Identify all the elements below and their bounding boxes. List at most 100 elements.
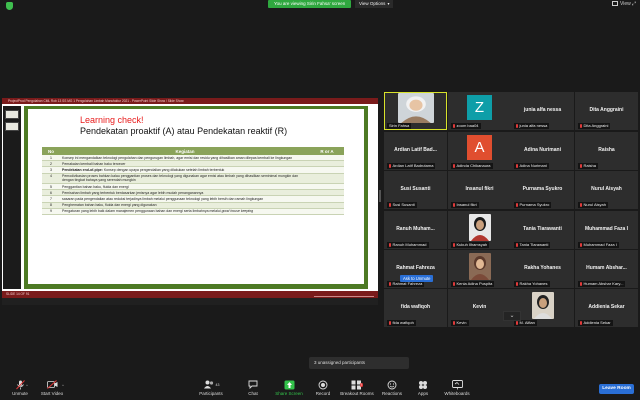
video-feed <box>531 292 554 319</box>
participant-tile-dita[interactable]: Dita Anggraini Dita Anggraini <box>575 92 638 130</box>
participant-tile-purnama[interactable]: Purnama Syukro Purnama Syukro <box>511 171 574 209</box>
chat-icon <box>233 379 273 390</box>
participant-tile-nurul[interactable]: Nurul Aisyah Nurul Aisyah <box>575 171 638 209</box>
participant-tile-raisha[interactable]: Raisha Raisha <box>575 132 638 170</box>
share-bottom-strip <box>2 298 378 305</box>
participant-name: Humam Abshar... <box>586 265 627 271</box>
slide-counter: SLIDE 14 OF 91 <box>6 292 30 296</box>
participant-tile-susi[interactable]: Susi Susanti Susi Susanti <box>384 171 447 209</box>
start-video-label: Start Video <box>40 391 64 396</box>
participant-caption: zoom baa04 <box>451 123 481 129</box>
avatar: Z <box>467 95 492 120</box>
participant-tile-kukuh[interactable]: Kukuh Ilhamsyah <box>448 211 511 249</box>
video-feed <box>397 93 434 123</box>
participant-caption-text: Kenia Adina Puspita <box>456 281 493 286</box>
table-body: 1 Konsep ini mengandalkan teknologi pengo… <box>42 155 344 216</box>
start-video-button[interactable]: Start Video <box>32 379 72 396</box>
participant-name: Nurul Aisyah <box>591 186 622 192</box>
participant-caption: Kevin <box>451 320 469 326</box>
avatar: A <box>467 135 492 160</box>
video-off-icon <box>32 379 72 390</box>
participant-tile-fida[interactable]: fida wafiqoh fida wafiqoh <box>384 289 447 327</box>
gallery-next-page-button[interactable]: ⌄ <box>503 311 521 321</box>
participant-tile-ranuh[interactable]: Ranuh Muham... Ranuh Muhammad <box>384 211 447 249</box>
row-activity-text: Pengaturan yang lebih baik dalam manajem… <box>62 209 222 214</box>
participant-caption-text: junia alfa nessa <box>519 123 548 128</box>
video-options-chevron-icon[interactable]: ^ <box>62 383 64 388</box>
ask-to-unmute-button[interactable]: Ask to Unmute <box>400 275 434 282</box>
participant-tile-kevin[interactable]: Kevin Kevin <box>448 289 511 327</box>
mic-muted-icon <box>389 242 391 247</box>
participant-tile-tania[interactable]: Tania Tiarawanti Tania Tiarawanti <box>511 211 574 249</box>
top-bar: You are viewing Sirin Fahsa' screen View… <box>0 0 640 10</box>
mic-muted-icon <box>580 281 582 286</box>
participant-caption: junia alfa nessa <box>514 123 550 129</box>
participant-tile-adina[interactable]: Adina Nurimani Adina Nurimani <box>511 132 574 170</box>
participant-caption-text: Adina Nurimani <box>519 163 547 168</box>
chat-label: Chat <box>248 391 258 396</box>
mic-muted-icon <box>453 320 455 325</box>
participant-tile-rahmat[interactable]: Rahmat Fahreza Rahmat Fahreza <box>384 250 447 288</box>
col-header-no: No <box>42 147 60 155</box>
participant-caption-text: Sirin Fahsa <box>389 123 410 128</box>
meeting-toolbar: Unmute ^ Start Video ^ 43 Participants C… <box>0 374 640 400</box>
whiteboards-button[interactable]: Whiteboards <box>437 379 477 396</box>
participant-caption-text: Rakha Yohanes <box>519 281 548 286</box>
participant-caption: Adina Nurimani <box>514 163 549 169</box>
mic-muted-icon <box>516 202 518 207</box>
panel-splitter-handle[interactable] <box>379 190 381 202</box>
participant-caption-text: Humam Abshar Kary... <box>583 281 624 286</box>
slide-thumbnail <box>5 122 19 131</box>
breakout-rooms-icon: ! <box>337 379 377 390</box>
participant-caption: Addienia Sekar <box>578 320 613 326</box>
row-activity-bold: Pendekatan end-of-pipe: <box>62 167 103 172</box>
participant-name: Insanul fikri <box>465 186 494 192</box>
participant-caption-text: fida wafiqoh <box>392 320 414 325</box>
participant-caption-text: Adinda Chikanaura <box>456 163 491 168</box>
fullscreen-icon[interactable]: ⤢ <box>632 1 636 7</box>
participant-caption-text: M. Alfian <box>519 320 535 325</box>
participant-name: Ardian Latif Bad... <box>394 147 437 153</box>
participant-tile-rakha[interactable]: Rakha Yohanes Rakha Yohanes <box>511 250 574 288</box>
participant-name: Addienia Sekar <box>588 304 625 310</box>
participants-button[interactable]: 43 Participants <box>191 379 231 396</box>
participant-tile-humam[interactable]: Humam Abshar... Humam Abshar Kary... <box>575 250 638 288</box>
participant-tile-adinda[interactable]: A Adinda Chikanaura <box>448 132 511 170</box>
shield-icon[interactable] <box>6 2 13 10</box>
participant-tile-sirin[interactable]: Sirin Fahsa <box>384 92 447 130</box>
participant-caption-text: Dita Anggraini <box>583 123 609 128</box>
participant-tile-junia[interactable]: junia alfa nessa junia alfa nessa <box>511 92 574 130</box>
participant-tile-kenia[interactable]: Kenia Adina Puspita <box>448 250 511 288</box>
breakout-alert-badge: ! <box>360 382 363 387</box>
participant-tile-zoom[interactable]: Zzoom baa04 <box>448 92 511 130</box>
breakout-rooms-button[interactable]: ! Breakout Rooms <box>337 379 377 396</box>
participant-caption: Raisha <box>578 163 598 169</box>
view-button[interactable]: View <box>612 1 631 7</box>
participant-caption: Susi Susanti <box>387 202 417 208</box>
row-activity-text: Pemisahan limbah yang terbentuk berdasar… <box>62 190 204 195</box>
slide-subtitle: Pendekatan proaktif (A) atau Pendekatan … <box>80 126 288 136</box>
participant-name: Kevin <box>472 304 487 310</box>
view-label: View <box>620 1 631 7</box>
mic-muted-icon <box>516 281 518 286</box>
participants-icon: 43 <box>191 379 231 390</box>
participant-name: Muhammad Faza I <box>584 226 629 232</box>
participant-name: Raisha <box>598 147 615 153</box>
mic-muted-icon <box>580 202 582 207</box>
row-answer-cell <box>310 173 344 185</box>
participant-tile-addienia[interactable]: Addienia Sekar Addienia Sekar <box>575 289 638 327</box>
participant-caption: Humam Abshar Kary... <box>578 281 626 287</box>
zoom-slider[interactable] <box>314 292 374 297</box>
participant-tile-ardian[interactable]: Ardian Latif Bad... Ardian Latif Badrutam… <box>384 132 447 170</box>
participant-caption-text: Susi Susanti <box>392 202 415 207</box>
mic-muted-icon <box>580 163 582 168</box>
leave-room-button[interactable]: Leave Room <box>599 384 634 394</box>
participant-tile-malfian[interactable]: M. Alfian <box>511 289 574 327</box>
participant-tile-mfaza[interactable]: Muhammad Faza I Muhammad Faza I <box>575 211 638 249</box>
chat-button[interactable]: Chat <box>233 379 273 396</box>
audio-options-chevron-icon[interactable]: ^ <box>26 383 28 388</box>
view-options-button[interactable]: View Options ▾ <box>355 0 394 8</box>
participant-tile-insanul[interactable]: Insanul fikri Insanul fikri <box>448 171 511 209</box>
mic-muted-icon <box>389 281 391 286</box>
row-activity-text: Pemodivikasian proses bahkan kalau pengg… <box>62 174 299 183</box>
